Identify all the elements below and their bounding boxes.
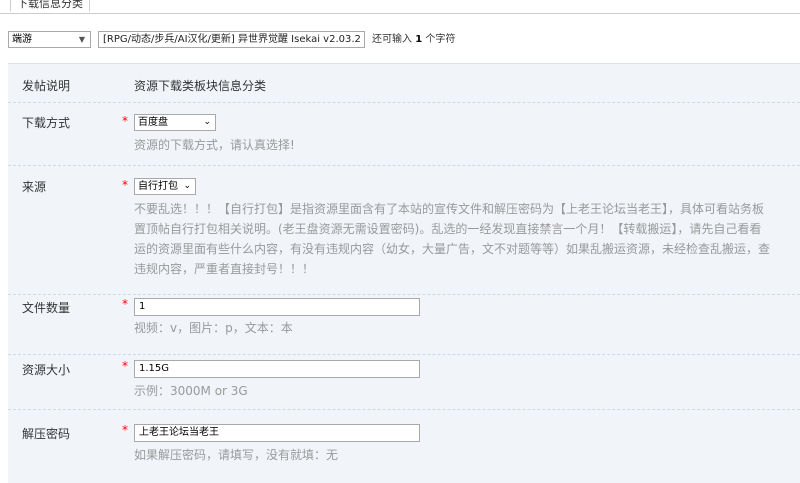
download-info-panel: 发帖说明 资源下载类板块信息分类 下载方式 * 百度盘 ⌄ 资源的下载方式，请认… [8, 63, 800, 483]
row-resource-size: 资源大小 * 1.15G 示例：3000M or 3G [8, 354, 800, 410]
required-mark: * [122, 297, 128, 311]
remain-prefix: 还可输入 [372, 34, 412, 45]
post-desc-label: 发帖说明 [22, 79, 71, 93]
resource-size-input[interactable]: 1.15G [134, 360, 420, 378]
file-count-tip: 视频：v，图片：p，文本：本 [134, 321, 293, 335]
download-method-tip: 资源的下载方式，请认真选择! [134, 138, 295, 152]
resource-size-label: 资源大小 [22, 363, 71, 377]
unzip-password-tip: 如果解压密码，请填写，没有就填：无 [134, 448, 339, 462]
remain-count: 1 [415, 34, 423, 45]
unzip-password-label: 解压密码 [22, 427, 71, 441]
required-mark: * [122, 359, 128, 373]
source-tip-line: 违规内容，严重者直接封号！！！ [134, 262, 315, 276]
required-mark: * [122, 423, 128, 437]
chevron-down-icon: ⌄ [203, 117, 211, 127]
thread-title-input[interactable]: [RPG/动态/步兵/AI汉化/更新] 异世界觉醒 Isekai v2.03.2 [98, 31, 365, 48]
chevron-down-icon: ▼ [78, 35, 85, 44]
row-download-method: 下载方式 * 百度盘 ⌄ 资源的下载方式，请认真选择! [8, 102, 800, 166]
row-unzip-password: 解压密码 * 上老王论坛当老王 如果解压密码，请填写，没有就填：无 [8, 409, 800, 477]
thread-type-value: 端游 [12, 34, 32, 45]
source-tip-line: 运的资源里面有些什么内容，有没有违规内容（幼女，大量广告，文不对题等等）如果乱搬… [134, 242, 771, 256]
source-value: 自行打包 [138, 181, 178, 192]
remain-suffix: 个字符 [425, 34, 456, 45]
required-mark: * [122, 114, 128, 128]
required-mark: * [122, 178, 128, 192]
unzip-password-input[interactable]: 上老王论坛当老王 [134, 424, 420, 442]
post-desc-text: 资源下载类板块信息分类 [134, 79, 267, 93]
source-select[interactable]: 自行打包 ⌄ [134, 178, 196, 195]
char-remaining-hint: 还可输入 1 个字符 [372, 32, 455, 47]
resource-size-tip: 示例：3000M or 3G [134, 384, 248, 398]
row-file-count: 文件数量 * 1 视频：v，图片：p，文本：本 [8, 294, 800, 355]
file-count-input[interactable]: 1 [134, 298, 420, 316]
download-method-label: 下载方式 [22, 116, 71, 130]
tab-download-info[interactable]: 下载信息分类 [10, 0, 90, 12]
tab-bar: 下载信息分类 [0, 0, 800, 14]
download-method-select[interactable]: 百度盘 ⌄ [134, 114, 216, 131]
file-count-label: 文件数量 [22, 301, 71, 315]
download-method-value: 百度盘 [138, 117, 168, 128]
row-post-desc: 发帖说明 资源下载类板块信息分类 [8, 64, 800, 103]
chevron-down-icon: ⌄ [183, 181, 191, 191]
source-label: 来源 [22, 180, 47, 194]
title-row: 端游 ▼ [RPG/动态/步兵/AI汉化/更新] 异世界觉醒 Isekai v2… [8, 31, 800, 49]
row-source: 来源 * 自行打包 ⌄ 不要乱选！！！【自行打包】是指资源里面含有了本站的宣传文… [8, 165, 800, 295]
thread-type-select[interactable]: 端游 ▼ [8, 31, 91, 48]
source-tip-line: 不要乱选！！！【自行打包】是指资源里面含有了本站的宣传文件和解压密码为【上老王论… [134, 202, 765, 216]
source-tip-line: 置顶帖自行打包相关说明。(老王盘资源无需设置密码)。乱选的一经发现直接禁言一个月… [134, 222, 762, 236]
